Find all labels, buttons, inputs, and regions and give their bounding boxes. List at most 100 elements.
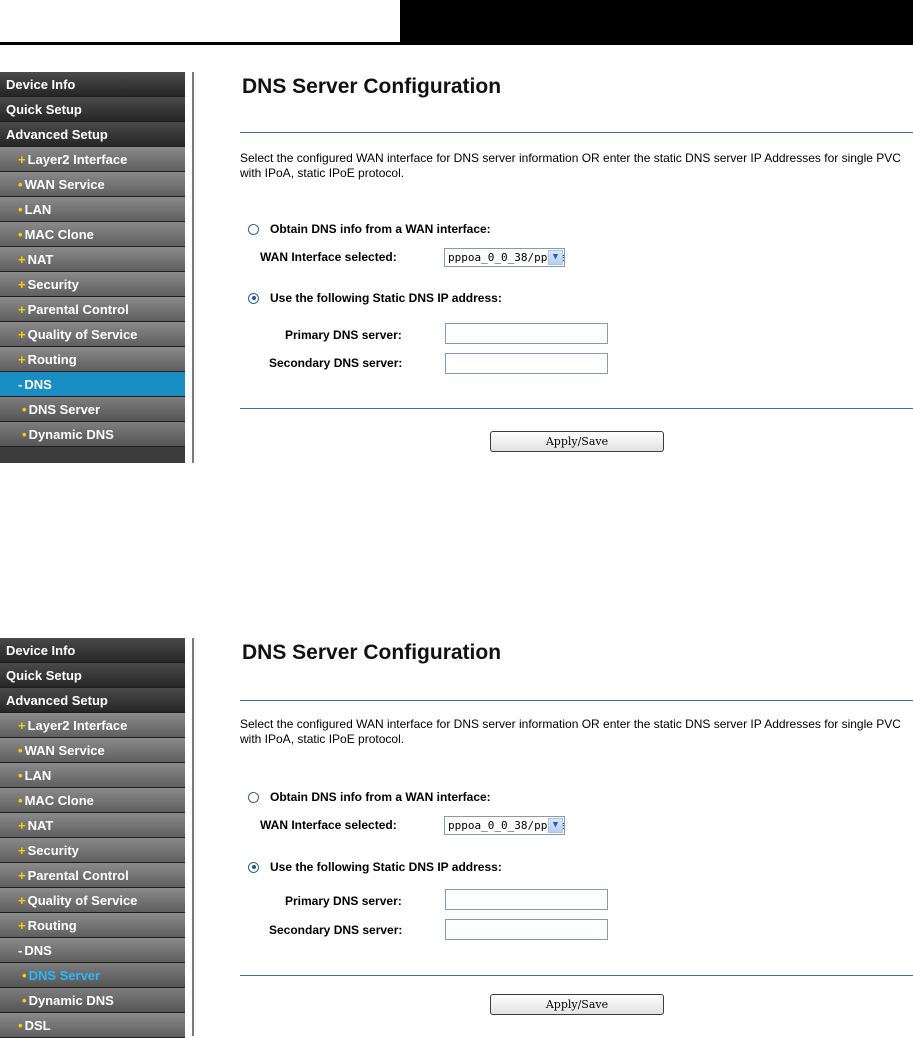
description-text: Select the configured WAN interface for … (240, 151, 901, 180)
screenshot-1: Device Info Quick Setup Advanced Setup +… (0, 72, 913, 463)
sidebar-item-lan[interactable]: • LAN (0, 197, 185, 222)
sidebar-item-advanced-setup[interactable]: Advanced Setup (0, 688, 185, 713)
sidebar-item-device-info[interactable]: Device Info (0, 72, 185, 97)
sidebar-item-label: MAC Clone (24, 793, 94, 808)
sidebar-item-label: DNS Server (28, 968, 101, 983)
obtain-dns-option[interactable]: Obtain DNS info from a WAN interface: (248, 222, 491, 236)
wan-interface-select[interactable]: pppoa_0_0_38/pppoa0 ▼ (444, 816, 565, 835)
wan-interface-select[interactable]: pppoa_0_0_38/pppoa0 ▼ (444, 248, 565, 267)
static-dns-label: Use the following Static DNS IP address: (270, 291, 502, 305)
bullet-icon: • (18, 202, 23, 217)
sidebar-item-label: Device Info (6, 643, 76, 658)
primary-dns-label: Primary DNS server: (285, 894, 402, 908)
divider (240, 700, 913, 701)
bullet-icon: • (18, 768, 23, 783)
sidebar-item-mac-clone[interactable]: • MAC Clone (0, 222, 185, 247)
bullet-icon: • (22, 993, 27, 1008)
sidebar-item-nat[interactable]: + NAT (0, 247, 185, 272)
expand-icon: + (18, 277, 26, 292)
sidebar-item-dns-server[interactable]: • DNS Server (0, 963, 185, 988)
expand-icon: + (18, 818, 26, 833)
sidebar-item-label: LAN (24, 768, 52, 783)
secondary-dns-input[interactable] (445, 919, 608, 940)
sidebar-item-label: Security (27, 843, 79, 858)
sidebar-item-label: DNS Server (28, 402, 101, 417)
obtain-dns-radio[interactable] (248, 223, 259, 235)
collapse-icon: - (18, 377, 23, 392)
page-title: DNS Server Configuration (242, 75, 502, 98)
sidebar-item-security[interactable]: + Security (0, 272, 185, 297)
divider (192, 72, 194, 463)
static-dns-radio[interactable] (248, 292, 259, 304)
sidebar-item-dns-server[interactable]: • DNS Server (0, 397, 185, 422)
sidebar-item-label: Quality of Service (27, 327, 138, 342)
sidebar-item-parental-control[interactable]: + Parental Control (0, 297, 185, 322)
sidebar: Device Info Quick Setup Advanced Setup +… (0, 72, 185, 463)
description-text: Select the configured WAN interface for … (240, 717, 901, 746)
sidebar-item-label: Parental Control (27, 868, 129, 883)
bullet-icon: • (18, 1018, 23, 1033)
sidebar-item-layer2-interface[interactable]: + Layer2 Interface (0, 713, 185, 738)
static-dns-option[interactable]: Use the following Static DNS IP address: (248, 291, 502, 305)
expand-icon: + (18, 843, 26, 858)
primary-dns-input[interactable] (445, 323, 608, 344)
sidebar-item-label: DSL (24, 1018, 51, 1033)
obtain-dns-option[interactable]: Obtain DNS info from a WAN interface: (248, 790, 491, 804)
sidebar-item-label: WAN Service (24, 743, 105, 758)
wan-interface-label: WAN Interface selected: (260, 250, 397, 264)
sidebar-item-label: DNS (24, 943, 52, 958)
obtain-dns-radio[interactable] (248, 791, 259, 803)
sidebar-item-parental-control[interactable]: + Parental Control (0, 863, 185, 888)
sidebar-item-advanced-setup[interactable]: Advanced Setup (0, 122, 185, 147)
sidebar-item-label: Routing (27, 352, 77, 367)
chevron-down-icon[interactable]: ▼ (548, 250, 563, 265)
sidebar-item-quick-setup[interactable]: Quick Setup (0, 97, 185, 122)
sidebar-item-routing[interactable]: + Routing (0, 913, 185, 938)
sidebar-item-routing[interactable]: + Routing (0, 347, 185, 372)
sidebar-item-quality-of-service[interactable]: + Quality of Service (0, 888, 185, 913)
sidebar-item-mac-clone[interactable]: • MAC Clone (0, 788, 185, 813)
sidebar-item-layer2-interface[interactable]: + Layer2 Interface (0, 147, 185, 172)
bullet-icon: • (18, 227, 23, 242)
static-dns-radio[interactable] (248, 861, 259, 873)
sidebar-item-security[interactable]: + Security (0, 838, 185, 863)
static-dns-label: Use the following Static DNS IP address: (270, 860, 502, 874)
sidebar-item-dynamic-dns[interactable]: • Dynamic DNS (0, 988, 185, 1013)
bullet-icon: • (22, 427, 27, 442)
sidebar-item-label: Advanced Setup (6, 693, 108, 708)
wan-interface-label: WAN Interface selected: (260, 818, 397, 832)
apply-save-button[interactable]: Apply/Save (490, 994, 664, 1015)
secondary-dns-input[interactable] (445, 353, 608, 374)
divider (240, 132, 913, 133)
main-content: DNS Server Configuration Select the conf… (240, 638, 913, 1036)
sidebar-item-quality-of-service[interactable]: + Quality of Service (0, 322, 185, 347)
sidebar-item-device-info[interactable]: Device Info (0, 638, 185, 663)
obtain-dns-label: Obtain DNS info from a WAN interface: (270, 222, 491, 236)
primary-dns-input[interactable] (445, 889, 608, 910)
static-dns-option[interactable]: Use the following Static DNS IP address: (248, 860, 502, 874)
sidebar-item-label: Quick Setup (6, 102, 82, 117)
collapse-icon: - (18, 943, 23, 958)
divider (192, 638, 194, 1036)
sidebar-item-label: LAN (24, 202, 52, 217)
sidebar-item-label: NAT (27, 252, 54, 267)
sidebar-item-wan-service[interactable]: • WAN Service (0, 172, 185, 197)
sidebar-item-lan[interactable]: • LAN (0, 763, 185, 788)
chevron-down-icon[interactable]: ▼ (548, 818, 563, 833)
expand-icon: + (18, 918, 26, 933)
bullet-icon: • (18, 793, 23, 808)
sidebar-item-label: Quality of Service (27, 893, 138, 908)
sidebar-item-dns[interactable]: - DNS (0, 372, 185, 397)
sidebar-item-wan-service[interactable]: • WAN Service (0, 738, 185, 763)
expand-icon: + (18, 868, 26, 883)
header-black-bar (400, 0, 913, 42)
sidebar-item-dns[interactable]: - DNS (0, 938, 185, 963)
secondary-dns-label: Secondary DNS server: (269, 356, 403, 370)
sidebar-item-dsl[interactable]: • DSL (0, 1013, 185, 1038)
apply-save-button[interactable]: Apply/Save (490, 431, 664, 452)
screenshot-2: Device Info Quick Setup Advanced Setup +… (0, 638, 913, 1038)
sidebar-item-dynamic-dns[interactable]: • Dynamic DNS (0, 422, 185, 447)
sidebar-item-label: Layer2 Interface (27, 152, 128, 167)
sidebar-item-quick-setup[interactable]: Quick Setup (0, 663, 185, 688)
sidebar-item-nat[interactable]: + NAT (0, 813, 185, 838)
